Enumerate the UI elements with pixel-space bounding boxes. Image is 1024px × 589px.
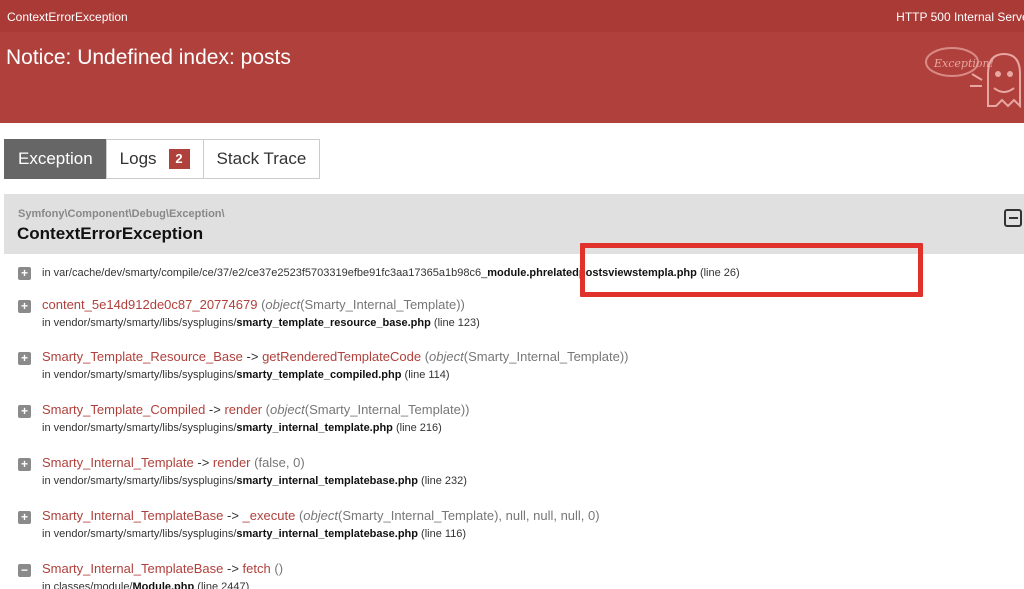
expand-icon[interactable]: + [18,300,31,313]
trace-function: Smarty_Internal_TemplateBase -> _execute… [42,508,600,523]
trace-location: in vendor/smarty/smarty/libs/sysplugins/… [42,528,467,540]
exception-class: ContextErrorException [17,224,204,243]
trace-function: Smarty_Internal_TemplateBase -> fetch () [42,561,284,576]
collapse-toggle-icon[interactable] [1004,209,1022,227]
exception-ghost-icon: Exception! [925,47,1021,109]
tab-bar: Exception Logs 2 Stack Trace [4,139,321,179]
trace-location: in vendor/smarty/smarty/libs/sysplugins/… [42,317,480,329]
trace-function: Smarty_Internal_Template -> render (fals… [42,455,305,470]
tab-logs[interactable]: Logs 2 [105,139,204,179]
tab-label: Exception [18,149,93,168]
expand-icon[interactable]: + [18,405,31,418]
exception-namespace: Symfony\Component\Debug\Exception\ [18,208,225,220]
trace-function: Smarty_Template_Compiled -> render (obje… [42,402,470,417]
tab-exception[interactable]: Exception [4,139,107,179]
collapse-icon[interactable]: − [18,564,31,577]
trace-location: in vendor/smarty/smarty/libs/sysplugins/… [42,475,467,487]
trace-location: in vendor/smarty/smarty/libs/sysplugins/… [42,369,450,381]
expand-icon[interactable]: + [18,458,31,471]
expand-icon[interactable]: + [18,267,31,280]
expand-icon[interactable]: + [18,511,31,524]
highlight-box [580,243,923,297]
page-title: Notice: Undefined index: posts [6,46,291,69]
mascot-label: Exception! [933,57,994,70]
trace-location: in vendor/smarty/smarty/libs/sysplugins/… [42,422,442,434]
exception-short-name: ContextErrorException [7,10,128,24]
expand-icon[interactable]: + [18,352,31,365]
tab-label: Stack Trace [216,149,307,168]
tab-label: Logs [119,149,157,168]
trace-function: Smarty_Template_Resource_Base -> getRend… [42,349,629,364]
top-bar: ContextErrorException HTTP 500 Internal … [0,0,1024,32]
trace-function: content_5e14d912de0c87_20774679 (object(… [42,297,465,312]
logs-count-badge: 2 [168,149,190,169]
tab-stack-trace[interactable]: Stack Trace [202,139,321,179]
stack-trace: + in var/cache/dev/smarty/compile/ce/37/… [0,255,1024,589]
error-banner: Notice: Undefined index: posts Exception… [0,32,1024,123]
http-status: HTTP 500 Internal Server Er [896,10,1024,24]
trace-location: in classes/module/Module.php (line 2447) [42,581,250,589]
